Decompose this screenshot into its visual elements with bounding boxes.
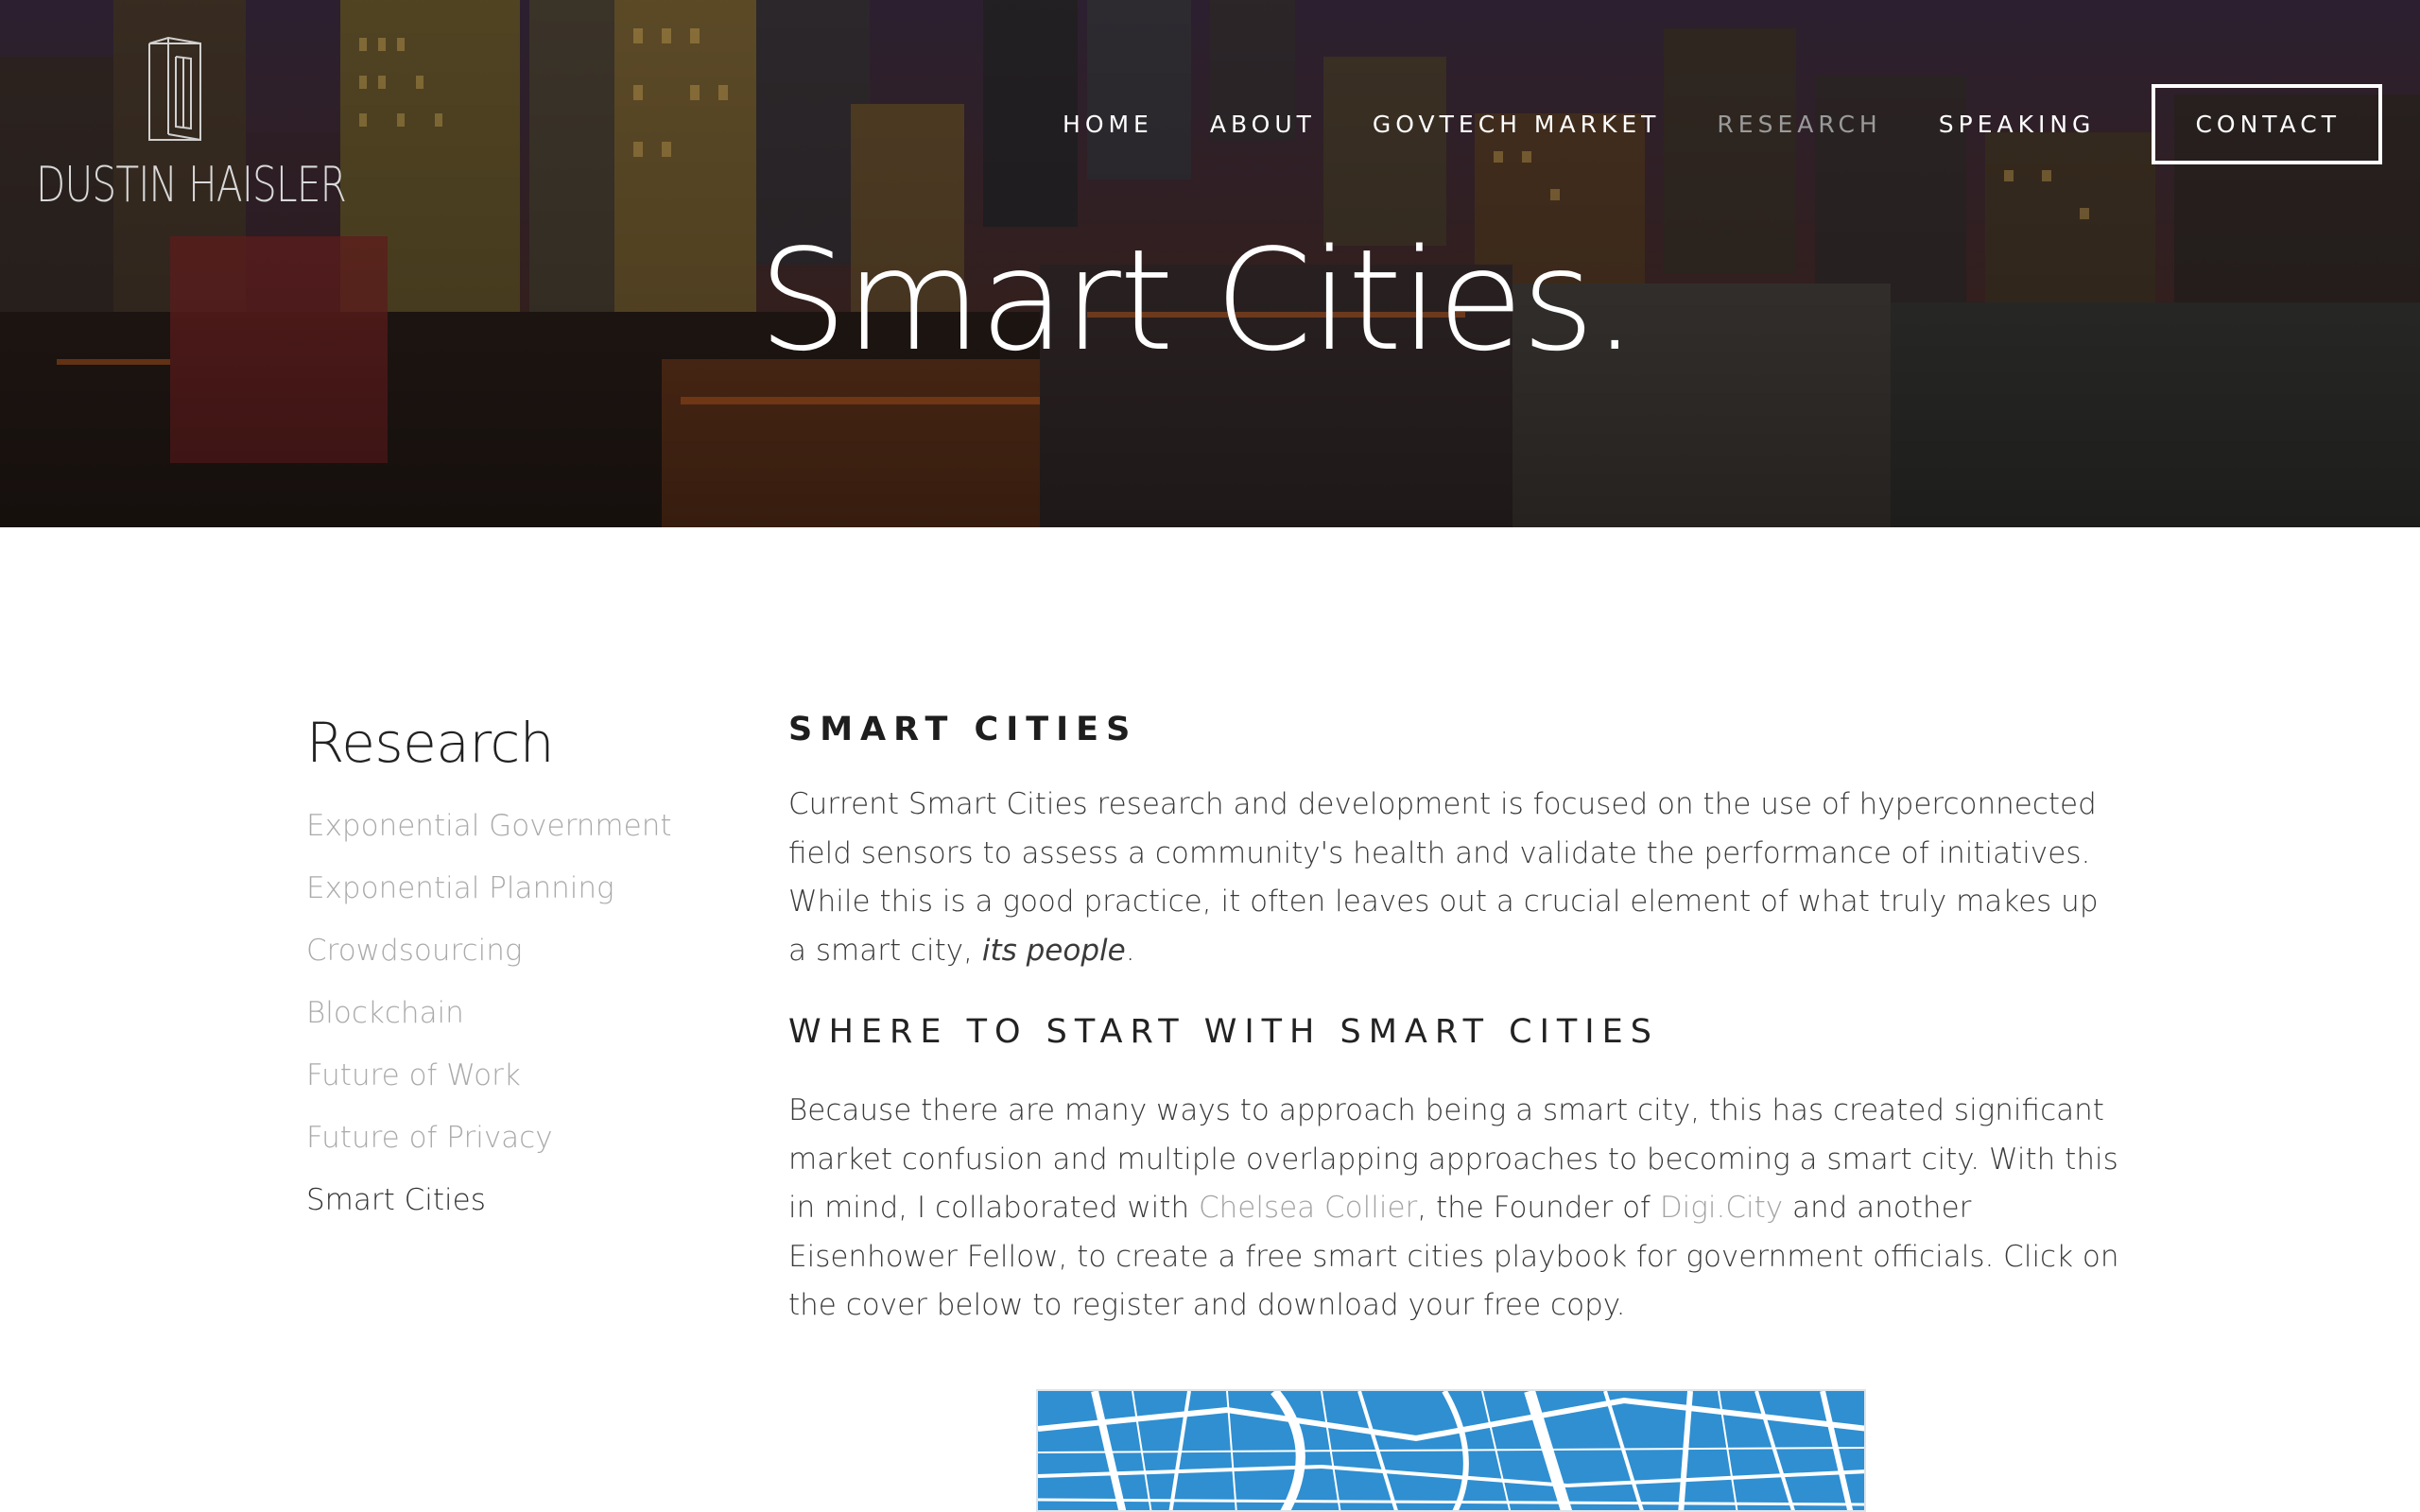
sidebar-item-future-of-privacy[interactable]: Future of Privacy — [306, 1121, 553, 1155]
hero-banner: DUSTIN HAISLER HOME ABOUT GOVTECH MARKET… — [0, 0, 2420, 527]
sidebar-item-future-of-work[interactable]: Future of Work — [306, 1058, 521, 1092]
nav-home[interactable]: HOME — [1063, 111, 1153, 138]
article-heading: SMART CITIES — [788, 711, 1138, 748]
sidebar-item-crowdsourcing[interactable]: Crowdsourcing — [306, 934, 522, 968]
main-navigation: HOME ABOUT GOVTECH MARKET RESEARCH SPEAK… — [1063, 83, 2382, 164]
brand-name: DUSTIN HAISLER — [36, 157, 347, 214]
sidebar-item-exponential-government[interactable]: Exponential Government — [306, 809, 672, 843]
nav-govtech-market[interactable]: GOVTECH MARKET — [1373, 111, 1661, 138]
sidebar-item-exponential-planning[interactable]: Exponential Planning — [306, 871, 614, 905]
intro-end: . — [1125, 933, 1135, 968]
body-text-2: , the Founder of — [1417, 1191, 1660, 1225]
article-content: SMART CITIES Current Smart Cities resear… — [788, 711, 2121, 1331]
nav-speaking[interactable]: SPEAKING — [1939, 111, 2096, 138]
sidebar-heading: Research — [306, 711, 555, 775]
body-paragraph: Because there are many ways to approach … — [788, 1087, 2121, 1331]
article-subheading: WHERE TO START WITH SMART CITIES — [788, 1013, 1659, 1051]
nav-research[interactable]: RESEARCH — [1717, 111, 1881, 138]
contact-button[interactable]: CONTACT — [2152, 83, 2382, 164]
site-logo[interactable]: DUSTIN HAISLER — [36, 36, 347, 215]
intro-paragraph: Current Smart Cities research and develo… — [788, 781, 2121, 975]
chelsea-collier-link[interactable]: Chelsea Collier — [1199, 1191, 1417, 1225]
sidebar-item-blockchain[interactable]: Blockchain — [306, 996, 464, 1030]
building-outline-logo-icon — [148, 36, 201, 141]
playbook-cover-image[interactable] — [1036, 1389, 1866, 1512]
intro-emphasis: its people — [981, 933, 1126, 968]
city-map-illustration — [1038, 1391, 1864, 1510]
digi-city-link[interactable]: Digi.City — [1660, 1191, 1783, 1225]
sidebar-item-smart-cities[interactable]: Smart Cities — [306, 1183, 486, 1217]
sidebar-list: Exponential Government Exponential Plann… — [306, 809, 703, 1217]
nav-about[interactable]: ABOUT — [1210, 111, 1316, 138]
research-sidebar: Research Exponential Government Exponent… — [306, 711, 703, 1246]
page-title: Smart Cities. — [758, 219, 1637, 382]
